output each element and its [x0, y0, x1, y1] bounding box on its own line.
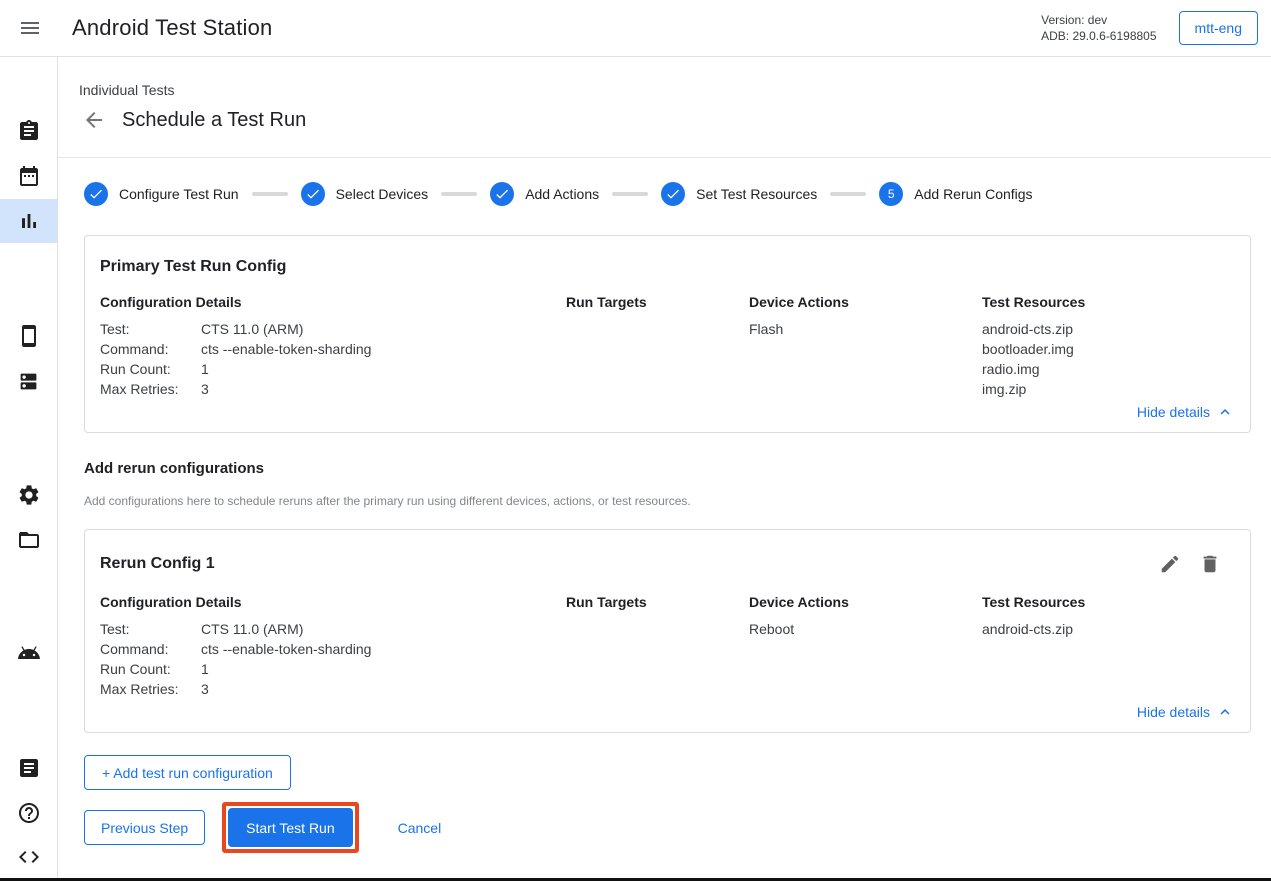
- hide-details-link[interactable]: Hide details: [85, 699, 1250, 732]
- sidebar-item-help[interactable]: [0, 791, 57, 835]
- sidebar-item-hosts[interactable]: [0, 359, 57, 403]
- detail-row: Command: cts --enable-token-sharding: [100, 339, 566, 359]
- rerun-config-card: Rerun Config 1 Configuration Details Tes…: [84, 529, 1251, 733]
- detail-row: Test: CTS 11.0 (ARM): [100, 619, 566, 639]
- column-header: Configuration Details: [100, 594, 566, 610]
- clipboard-icon: [17, 119, 41, 143]
- folder-icon: [17, 528, 41, 552]
- sidebar-item-devtools[interactable]: [0, 835, 57, 879]
- step-connector: [830, 192, 866, 196]
- smartphone-icon: [17, 324, 41, 348]
- stepper: Configure Test Run Select Devices Add Ac…: [84, 182, 1271, 206]
- check-icon: [665, 186, 681, 202]
- card-title: Rerun Config 1: [100, 555, 215, 573]
- wizard-actions-row: Previous Step Start Test Run Cancel: [84, 802, 1271, 853]
- step-label: Set Test Resources: [696, 186, 817, 202]
- column-header: Run Targets: [566, 294, 749, 310]
- dns-icon: [18, 371, 39, 392]
- user-button[interactable]: mtt-eng: [1179, 11, 1258, 45]
- column-header: Device Actions: [749, 594, 982, 610]
- add-test-run-configuration-button[interactable]: + Add test run configuration: [84, 755, 291, 790]
- check-icon: [494, 186, 510, 202]
- test-resource: bootloader.img: [982, 339, 1235, 359]
- document-icon: [17, 756, 41, 780]
- column-header: Test Resources: [982, 294, 1235, 310]
- column-header: Configuration Details: [100, 294, 566, 310]
- help-icon: [17, 801, 41, 825]
- app-header: Android Test Station Version: dev ADB: 2…: [0, 0, 1271, 57]
- step-set-test-resources[interactable]: Set Test Resources: [661, 182, 817, 206]
- start-test-run-button[interactable]: Start Test Run: [228, 808, 352, 847]
- check-icon: [88, 186, 104, 202]
- detail-row: Test: CTS 11.0 (ARM): [100, 319, 566, 339]
- config-details-grid: Configuration Details Test: CTS 11.0 (AR…: [85, 276, 1250, 399]
- step-label: Add Rerun Configs: [914, 186, 1032, 202]
- step-select-devices[interactable]: Select Devices: [301, 182, 429, 206]
- primary-config-card: Primary Test Run Config Configuration De…: [84, 235, 1251, 433]
- step-connector: [441, 192, 477, 196]
- bar-chart-icon: [17, 209, 41, 233]
- sidebar: [0, 57, 58, 881]
- step-add-actions[interactable]: Add Actions: [490, 182, 599, 206]
- device-action: Flash: [749, 319, 982, 339]
- step-connector: [252, 192, 288, 196]
- step-label: Add Actions: [525, 186, 599, 202]
- settings-icon: [17, 483, 41, 507]
- sidebar-item-android[interactable]: [0, 631, 57, 675]
- edit-icon[interactable]: [1159, 552, 1183, 576]
- delete-icon[interactable]: [1199, 552, 1223, 576]
- page-title: Schedule a Test Run: [122, 109, 306, 132]
- version-line: Version: dev: [1041, 12, 1156, 28]
- adb-version-line: ADB: 29.0.6-6198805: [1041, 28, 1156, 44]
- column-header: Run Targets: [566, 594, 749, 610]
- main-content: Individual Tests Schedule a Test Run Con…: [58, 57, 1271, 881]
- sidebar-item-test-plans[interactable]: [0, 109, 57, 153]
- android-icon: [17, 641, 41, 665]
- card-title: Primary Test Run Config: [100, 258, 286, 276]
- calendar-icon: [17, 164, 41, 188]
- sidebar-item-schedule[interactable]: [0, 154, 57, 198]
- sidebar-item-files[interactable]: [0, 518, 57, 562]
- version-info: Version: dev ADB: 29.0.6-6198805: [1041, 12, 1156, 44]
- step-label: Select Devices: [336, 186, 429, 202]
- rerun-section-description: Add configurations here to schedule reru…: [84, 494, 1271, 508]
- column-header: Test Resources: [982, 594, 1235, 610]
- test-resource: android-cts.zip: [982, 619, 1235, 639]
- step-connector: [612, 192, 648, 196]
- back-arrow-icon[interactable]: [82, 108, 106, 132]
- detail-row: Max Retries: 3: [100, 679, 566, 699]
- column-header: Device Actions: [749, 294, 982, 310]
- divider: [58, 157, 1271, 158]
- step-add-rerun-configs[interactable]: 5 Add Rerun Configs: [879, 182, 1032, 206]
- sidebar-item-devices[interactable]: [0, 314, 57, 358]
- sidebar-item-settings[interactable]: [0, 473, 57, 517]
- hide-details-link[interactable]: Hide details: [85, 399, 1250, 432]
- rerun-section-title: Add rerun configurations: [84, 460, 1271, 477]
- check-icon: [305, 186, 321, 202]
- step-number: 5: [879, 182, 903, 206]
- detail-row: Command: cts --enable-token-sharding: [100, 639, 566, 659]
- test-resource: radio.img: [982, 359, 1235, 379]
- detail-row: Max Retries: 3: [100, 379, 566, 399]
- breadcrumb: Individual Tests: [79, 82, 1271, 98]
- app-title: Android Test Station: [72, 15, 273, 41]
- code-icon: [17, 845, 41, 869]
- annotation-highlight: Start Test Run: [222, 802, 358, 853]
- sidebar-item-docs[interactable]: [0, 746, 57, 790]
- detail-row: Run Count: 1: [100, 659, 566, 679]
- step-configure-test-run[interactable]: Configure Test Run: [84, 182, 239, 206]
- step-label: Configure Test Run: [119, 186, 239, 202]
- test-resource: android-cts.zip: [982, 319, 1235, 339]
- menu-icon[interactable]: [18, 16, 42, 40]
- test-resource: img.zip: [982, 379, 1235, 399]
- previous-step-button[interactable]: Previous Step: [84, 810, 205, 845]
- chevron-up-icon: [1216, 703, 1234, 721]
- detail-row: Run Count: 1: [100, 359, 566, 379]
- chevron-up-icon: [1216, 403, 1234, 421]
- sidebar-item-test-runs[interactable]: [0, 199, 57, 243]
- device-action: Reboot: [749, 619, 982, 639]
- cancel-button[interactable]: Cancel: [398, 820, 442, 836]
- config-details-grid: Configuration Details Test: CTS 11.0 (AR…: [85, 576, 1250, 699]
- page-title-row: Schedule a Test Run: [82, 106, 1271, 134]
